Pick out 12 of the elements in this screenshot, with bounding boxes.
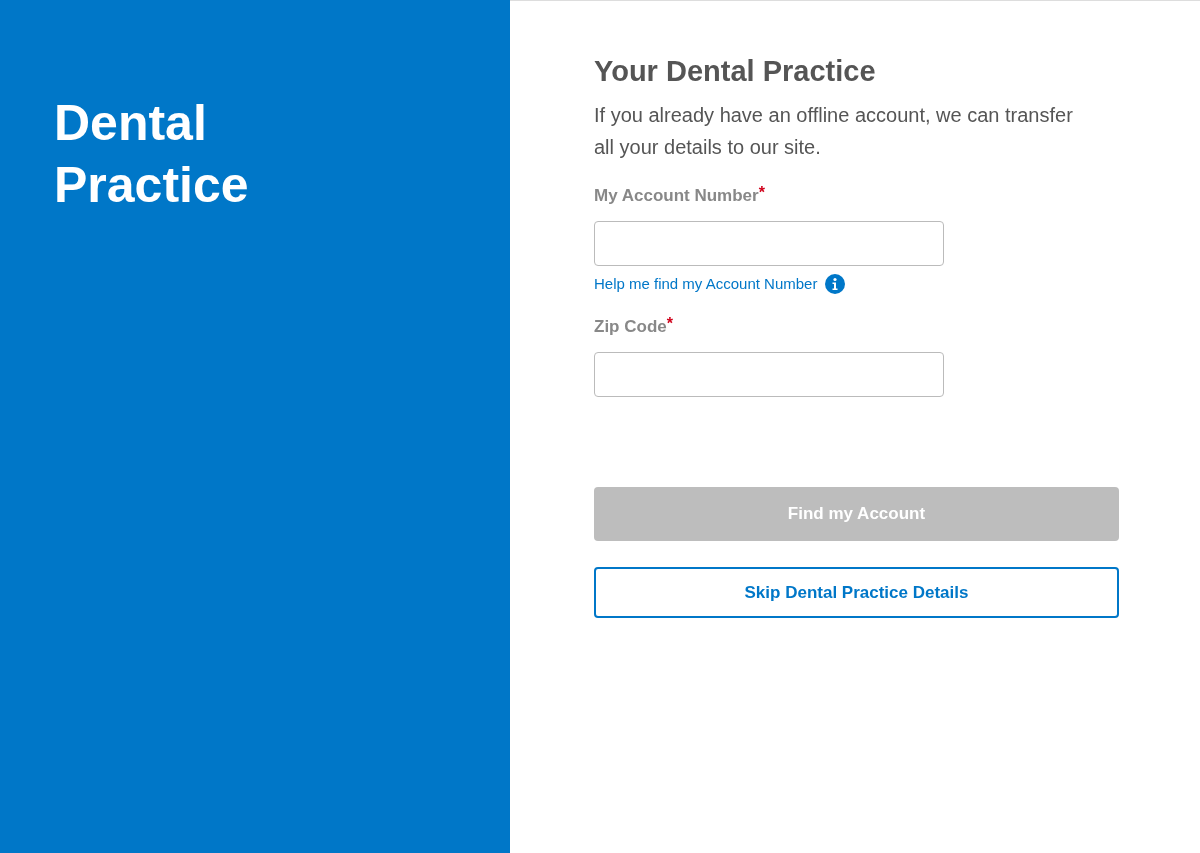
field-label: Zip Code <box>594 316 667 338</box>
intro-text: If you already have an offline account, we can transfer all your details to our site. <box>594 103 1074 160</box>
field-label: My Account Number <box>594 185 759 207</box>
skip-button[interactable]: Skip Dental Practice Details <box>594 567 1119 618</box>
form-heading: Your Dental Practice <box>594 54 877 89</box>
info-icon[interactable] <box>825 274 846 294</box>
help-link[interactable]: Help me find my Account Number <box>594 274 818 294</box>
input-field[interactable] <box>594 221 944 266</box>
input-field[interactable] <box>594 352 944 397</box>
required-mark: * <box>666 316 673 332</box>
required-mark: * <box>758 185 765 201</box>
brand-title: Dental Practice <box>54 94 250 215</box>
